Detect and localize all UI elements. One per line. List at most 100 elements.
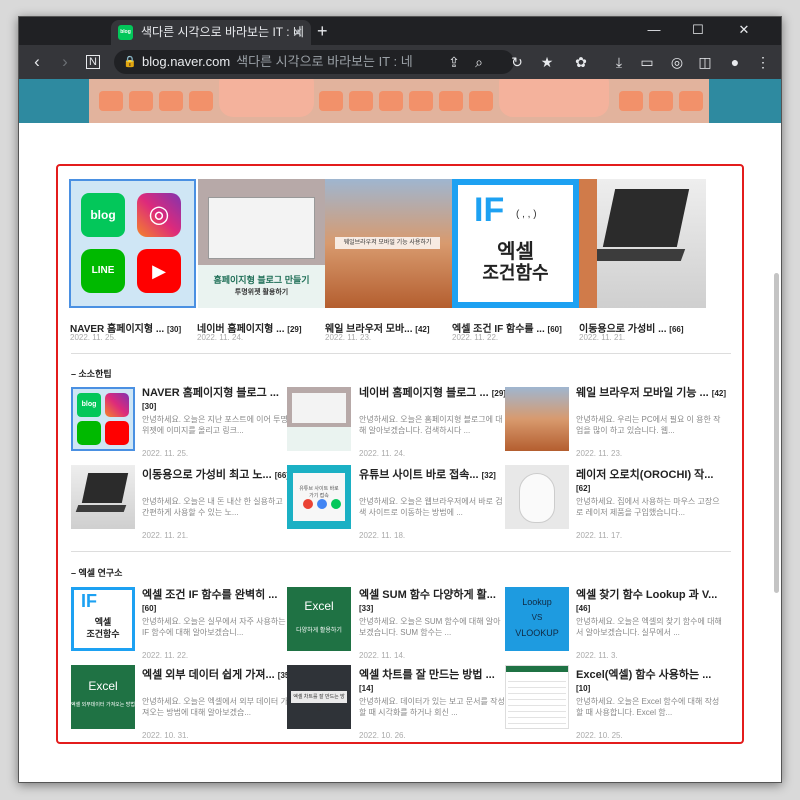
post-title[interactable]: 유튜브 사이트 바로 접속... [32] [359, 469, 509, 482]
naver-home-icon[interactable]: N [86, 55, 100, 69]
chart-thumb-caption: 엑셀 차트를 잘 만드는 방법 [291, 691, 347, 712]
top-thumb-whale-browser[interactable]: 웨일브라우저 모바일 기능 사용하기 [325, 179, 452, 308]
instagram-icon: ◎ [137, 193, 181, 237]
favorite-star-icon[interactable]: ★ [537, 52, 557, 72]
section-divider [71, 353, 731, 354]
post-desc: 안녕하세요. 오늘은 내 돈 내산 한 실용하고 간편하게 사용할 수 있는 노… [142, 497, 283, 517]
if-big-text: IF [81, 591, 97, 611]
laptop-base [590, 249, 686, 261]
post-title-text: 엑셀 외부 데이터 쉽게 가져... [142, 669, 275, 681]
top-post-date: 2022. 11. 24. [197, 333, 244, 342]
post-title-text: 엑셀 찾기 함수 Lookup 과 V... [576, 589, 718, 601]
post-title[interactable]: NAVER 홈페이지형 블로그 ... [30] [142, 387, 292, 413]
post-date: 2022. 11. 25. [142, 449, 189, 458]
homepage-blog-caption: 홈페이지형 블로그 만들기 [213, 275, 310, 285]
back-icon[interactable]: ‹ [27, 51, 47, 73]
post-title[interactable]: 엑셀 찾기 함수 Lookup 과 V... [46] [576, 589, 726, 615]
excel-logo-text: Excel [304, 599, 334, 613]
blog-screen-preview [208, 197, 315, 259]
post-desc: 안녕하세요. 데이터가 있는 보고 문서를 작성할 때 시각화를 하거나 회신 … [359, 697, 505, 717]
post-title[interactable]: 이동용으로 가성비 최고 노... [66] [142, 469, 292, 482]
keyboard-key [99, 91, 123, 111]
item-thumb-youtube[interactable]: 유튜브 사이트 바로가기 접속 [287, 465, 351, 529]
post-title-text: 레이저 오로치(OROCHI) 작... [576, 469, 714, 481]
top-post-count: [60] [547, 325, 562, 334]
item-thumb-excel-sum[interactable]: Excel 다양하게 활용하기 [287, 587, 351, 651]
post-desc: 안녕하세요. 오늘은 웹브라우저에서 바로 검색 사이트로 이동하는 방법에 .… [359, 497, 503, 517]
post-title[interactable]: 레이저 오로치(OROCHI) 작... [62] [576, 469, 726, 495]
post-date: 2022. 10. 26. [359, 731, 406, 740]
post-count: [62] [576, 484, 591, 493]
maximize-icon[interactable]: ☐ [683, 20, 713, 40]
post-title[interactable]: 네이버 홈페이지형 블로그 ... [29] [359, 387, 509, 400]
menu-icon[interactable]: ⋮ [753, 52, 773, 72]
top-thumb-excel-if[interactable]: IF ( , , ) 엑셀 조건함수 [452, 179, 579, 308]
screenshot-icon[interactable]: ◎ [667, 52, 687, 72]
scrollbar[interactable] [774, 273, 779, 593]
top-thumb-naver-apps[interactable]: blog ◎ LINE ▶ [69, 179, 196, 308]
item-thumb-mouse[interactable] [505, 465, 569, 529]
post-date: 2022. 11. 3. [576, 651, 618, 660]
top-thumb-homepage-blog[interactable]: 홈페이지형 블로그 만들기 투명위젯 활용하기 [198, 179, 325, 308]
blog-content: blog ◎ LINE ▶ 홈페이지형 블로그 만들기 투명위젯 활용하기 웨일… [19, 123, 781, 782]
item-thumb-laptop[interactable] [71, 465, 135, 529]
post-title[interactable]: 엑셀 차트를 잘 만드는 방법 ... [14] [359, 669, 509, 695]
item-thumb-homepage-blog[interactable] [287, 387, 351, 451]
post-title-text: 엑셀 SUM 함수 다양하게 활... [359, 589, 496, 601]
profile-avatar-icon[interactable]: ● [725, 52, 745, 72]
capture-icon[interactable]: ▭ [637, 52, 657, 72]
post-count: [32] [481, 471, 496, 480]
sidebar-icon[interactable]: ◫ [695, 52, 715, 72]
youtube-icon: ▶ [137, 249, 181, 293]
post-title[interactable]: 엑셀 조건 IF 함수를 완벽히 ... [60] [142, 589, 292, 615]
keyboard-key [469, 91, 493, 111]
top-post-date: 2022. 11. 22. [452, 333, 499, 342]
post-count: [60] [142, 604, 157, 613]
post-desc: 안녕하세요. 오늘은 홈페이지형 블로그에 대해 알아보겠습니다. 검색하시다 … [359, 415, 503, 435]
forward-icon[interactable]: › [55, 51, 75, 73]
post-count: [46] [576, 604, 591, 613]
instagram-icon [105, 393, 129, 417]
excel-ribbon [506, 666, 568, 672]
top-thumb-laptop[interactable] [579, 179, 706, 308]
post-date: 2022. 11. 22. [142, 651, 189, 660]
keyboard-key [679, 91, 703, 111]
extensions-icon[interactable]: ✿ [571, 52, 591, 72]
post-title[interactable]: 엑셀 SUM 함수 다양하게 활... [33] [359, 589, 509, 615]
item-thumb-lookup[interactable]: Lookup VS VLOOKUP [505, 587, 569, 651]
chrome-icon [303, 499, 313, 509]
top-post-date: 2022. 11. 21. [579, 333, 626, 342]
section-title-excel-lab[interactable]: – 엑셀 연구소 [71, 566, 122, 579]
zoom-icon[interactable]: ⌕ [469, 52, 489, 72]
item-thumb-excel-external[interactable]: Excel 엑셀 외부데이터 가져오는 방법 [71, 665, 135, 729]
post-title[interactable]: 엑셀 외부 데이터 쉽게 가져... [35] [142, 669, 292, 682]
section-title-tips[interactable]: – 소소한팁 [71, 367, 112, 380]
post-title-text: NAVER 홈페이지형 블로그 ... [142, 387, 279, 399]
post-title[interactable]: 웨일 브라우저 모바일 기능 ... [42] [576, 387, 726, 400]
laptop-lid [602, 189, 690, 247]
item-thumb-excel-if[interactable]: IF 엑셀 조건함수 [71, 587, 135, 651]
post-desc: 안녕하세요. 우리는 PC에서 필요 이 용한 작업을 많이 하고 있습니다. … [576, 415, 721, 435]
item-thumb-excel-functions[interactable] [505, 665, 569, 729]
url-text: blog.naver.com [142, 54, 231, 69]
keyboard-key [319, 91, 343, 111]
banner-teal-area-right [709, 79, 781, 123]
lock-icon: 🔒 [123, 56, 137, 68]
browser-tab[interactable]: blog 색다른 시각으로 바라보는 IT : 네 ✕ [111, 20, 311, 45]
new-tab-icon[interactable]: + [317, 20, 328, 42]
item-thumb-naver-apps[interactable]: blog [71, 387, 135, 451]
reload-icon[interactable]: ↻ [507, 52, 527, 72]
post-title[interactable]: Excel(엑셀) 함수 사용하는 ... [10] [576, 669, 726, 695]
item-thumb-whale[interactable] [505, 387, 569, 451]
item-thumb-excel-chart[interactable]: 엑셀 차트를 잘 만드는 방법 [287, 665, 351, 729]
post-title-text: 네이버 홈페이지형 블로그 ... [359, 387, 489, 399]
close-window-icon[interactable]: ✕ [729, 20, 759, 40]
post-desc: 안녕하세요. 오늘은 SUM 함수에 대해 알아보겠습니다. SUM 함수는 .… [359, 617, 501, 637]
close-tab-icon[interactable]: ✕ [292, 20, 303, 45]
minimize-icon[interactable]: — [639, 20, 669, 40]
share-icon[interactable]: ⇪ [444, 52, 464, 72]
post-title-text: Excel(엑셀) 함수 사용하는 ... [576, 669, 712, 681]
blog-header-banner [19, 79, 781, 123]
download-icon[interactable]: ⤓ [609, 52, 629, 72]
post-count: [29] [491, 389, 506, 398]
